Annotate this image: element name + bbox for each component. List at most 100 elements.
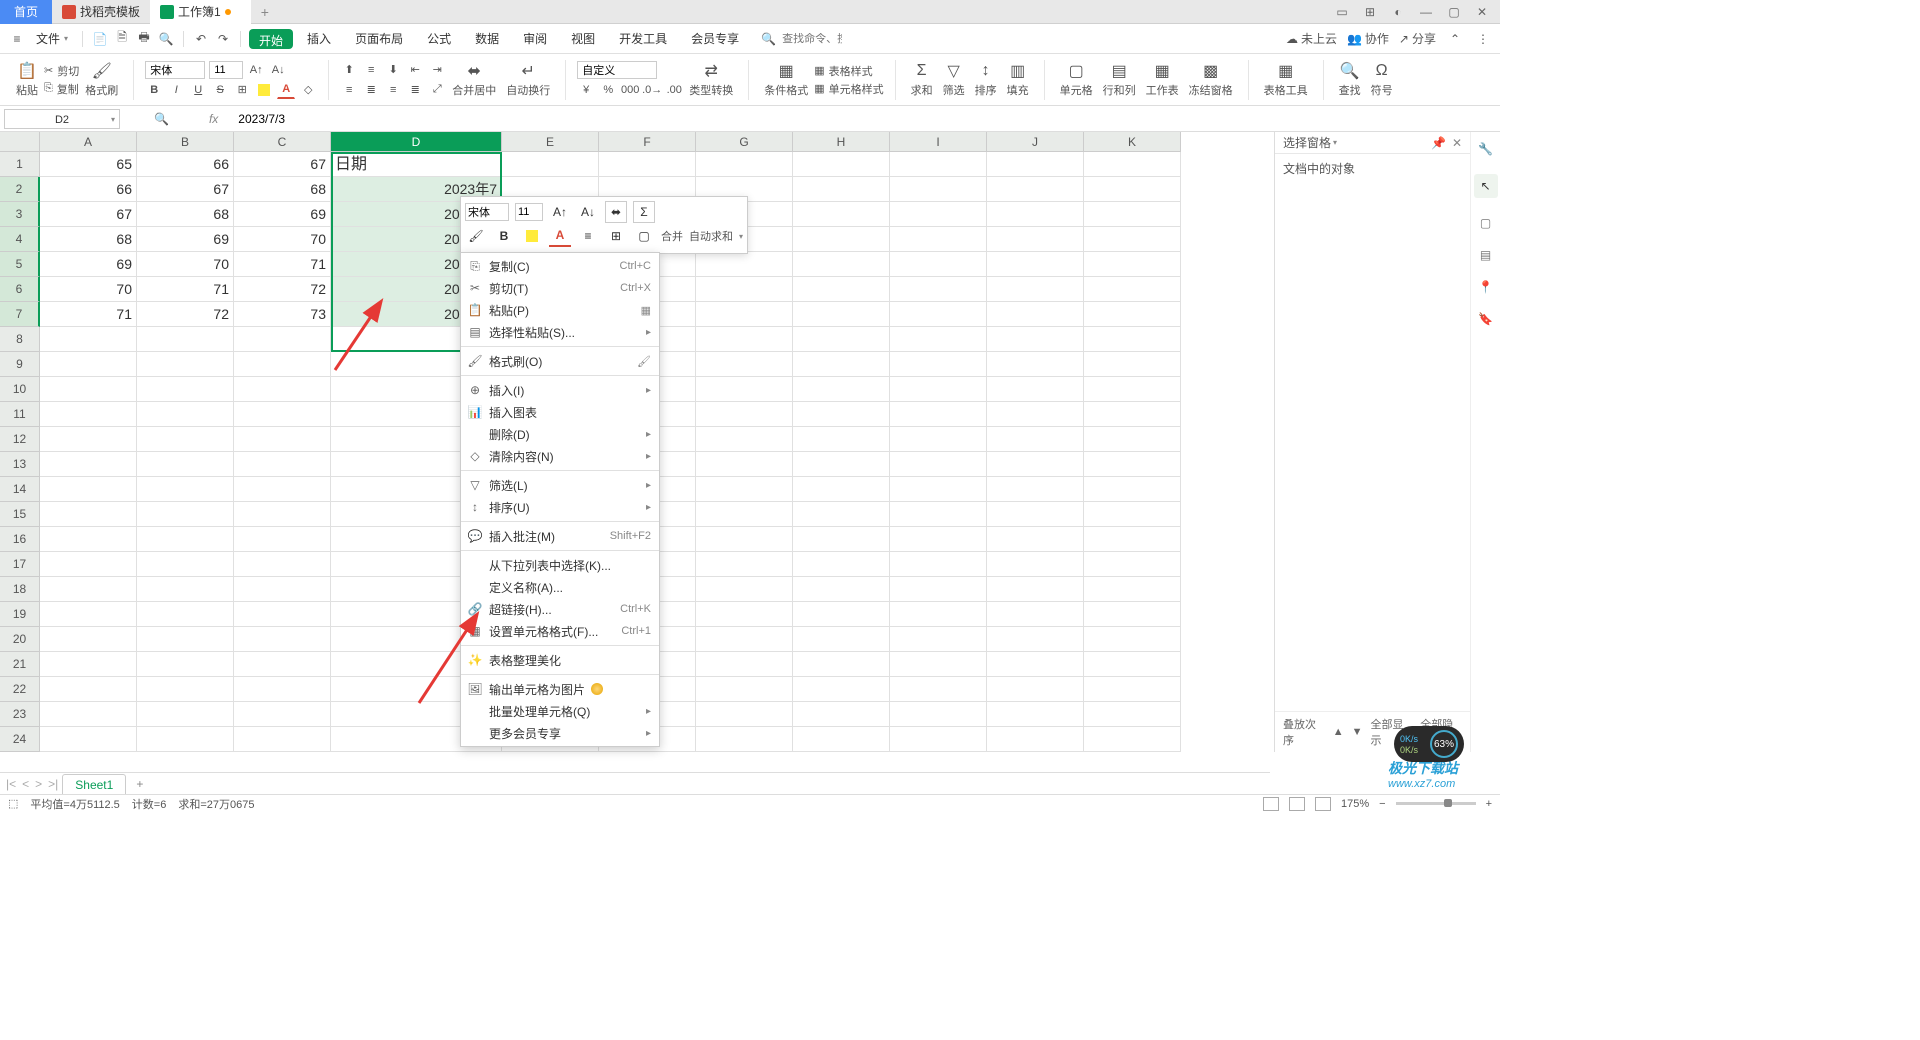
ctx-export-image[interactable]: 🖼输出单元格为图片 xyxy=(461,678,659,700)
row-header[interactable]: 9 xyxy=(0,352,40,377)
cell[interactable] xyxy=(40,602,137,627)
col-header[interactable]: K xyxy=(1084,132,1181,152)
bring-forward[interactable]: ▲ xyxy=(1333,726,1344,738)
align-mid-icon[interactable]: ≡ xyxy=(362,61,380,79)
cell[interactable] xyxy=(987,427,1084,452)
tab-formula[interactable]: 公式 xyxy=(417,24,461,54)
grid-icon[interactable]: ⊞ xyxy=(1360,2,1380,22)
cell[interactable]: 68 xyxy=(40,227,137,252)
ctx-cut[interactable]: ✂剪切(T)Ctrl+X xyxy=(461,277,659,299)
close-icon[interactable]: ✕ xyxy=(1472,2,1492,22)
zoom-level[interactable]: 175% xyxy=(1341,798,1369,810)
mini-bold-icon[interactable]: B xyxy=(493,225,515,247)
cell[interactable] xyxy=(696,702,793,727)
cell[interactable] xyxy=(40,727,137,752)
font-color-icon[interactable]: A xyxy=(277,81,295,99)
cell[interactable] xyxy=(137,627,234,652)
orient-icon[interactable]: ⤢ xyxy=(428,81,446,99)
cell[interactable] xyxy=(40,452,137,477)
cell[interactable]: 日期 xyxy=(331,152,502,177)
italic-icon[interactable]: I xyxy=(167,81,185,99)
row-header[interactable]: 1 xyxy=(0,152,40,177)
cell[interactable] xyxy=(234,327,331,352)
cell[interactable]: 67 xyxy=(40,202,137,227)
sort-button[interactable]: ↕排序 xyxy=(971,59,1001,100)
row-header[interactable]: 10 xyxy=(0,377,40,402)
cell[interactable] xyxy=(987,202,1084,227)
mini-shrink-font-icon[interactable]: A↓ xyxy=(577,201,599,223)
cell[interactable] xyxy=(987,377,1084,402)
row-header[interactable]: 8 xyxy=(0,327,40,352)
cell[interactable] xyxy=(1084,627,1181,652)
strike-icon[interactable]: S xyxy=(211,81,229,99)
table-tools[interactable]: ▦表格工具 xyxy=(1260,59,1312,100)
col-header[interactable]: H xyxy=(793,132,890,152)
mini-grow-font-icon[interactable]: A↑ xyxy=(549,201,571,223)
cell[interactable] xyxy=(137,327,234,352)
ctx-cell-format[interactable]: ▦设置单元格格式(F)...Ctrl+1 xyxy=(461,620,659,642)
cell[interactable] xyxy=(890,677,987,702)
cell[interactable]: 69 xyxy=(234,202,331,227)
row-header[interactable]: 21 xyxy=(0,652,40,677)
rowcol-button[interactable]: ▤行和列 xyxy=(1099,59,1140,100)
cell[interactable] xyxy=(1084,327,1181,352)
cell[interactable] xyxy=(987,727,1084,752)
cell[interactable] xyxy=(1084,277,1181,302)
cell[interactable] xyxy=(1084,677,1181,702)
sheet-last-icon[interactable]: >| xyxy=(48,777,58,791)
maximize-icon[interactable]: ▢ xyxy=(1444,2,1464,22)
cell[interactable] xyxy=(987,477,1084,502)
more-icon[interactable]: ⋮ xyxy=(1474,30,1492,48)
tab-add[interactable]: + xyxy=(251,4,279,20)
cell[interactable] xyxy=(1084,502,1181,527)
cell[interactable] xyxy=(793,227,890,252)
cell[interactable] xyxy=(137,377,234,402)
send-backward[interactable]: ▼ xyxy=(1352,726,1363,738)
mini-fmtpaint-icon[interactable]: 🖌 xyxy=(465,225,487,247)
cell[interactable] xyxy=(987,577,1084,602)
cell[interactable] xyxy=(987,177,1084,202)
cell[interactable] xyxy=(987,702,1084,727)
cell[interactable] xyxy=(890,627,987,652)
cell[interactable] xyxy=(696,352,793,377)
cell[interactable]: 65 xyxy=(40,152,137,177)
cell[interactable]: 70 xyxy=(234,227,331,252)
row-header[interactable]: 14 xyxy=(0,477,40,502)
cell[interactable] xyxy=(40,577,137,602)
cell[interactable] xyxy=(987,402,1084,427)
cell[interactable]: 71 xyxy=(40,302,137,327)
row-header[interactable]: 15 xyxy=(0,502,40,527)
cell[interactable] xyxy=(696,677,793,702)
border-icon[interactable]: ⊞ xyxy=(233,81,251,99)
cell[interactable] xyxy=(793,527,890,552)
cell[interactable] xyxy=(890,477,987,502)
cell[interactable] xyxy=(793,427,890,452)
find-button[interactable]: 🔍查找 xyxy=(1335,59,1365,100)
row-header[interactable]: 20 xyxy=(0,627,40,652)
tab-start[interactable]: 开始 xyxy=(249,29,293,49)
cell[interactable] xyxy=(696,652,793,677)
tab-data[interactable]: 数据 xyxy=(465,24,509,54)
sum-button[interactable]: Σ求和 xyxy=(907,59,937,100)
cell[interactable] xyxy=(793,452,890,477)
merge-button[interactable]: ⬌合并居中 xyxy=(448,59,500,100)
ctx-paste-special[interactable]: ▤选择性粘贴(S)...▸ xyxy=(461,321,659,343)
symbol-button[interactable]: Ω符号 xyxy=(1367,59,1397,100)
row-header[interactable]: 11 xyxy=(0,402,40,427)
wrap-button[interactable]: ↵自动换行 xyxy=(502,59,554,100)
tab-pagelayout[interactable]: 页面布局 xyxy=(345,24,413,54)
location-icon[interactable]: 📍 xyxy=(1478,280,1493,294)
cell[interactable] xyxy=(696,627,793,652)
undo-icon[interactable]: ↶ xyxy=(192,30,210,48)
view-break-icon[interactable] xyxy=(1315,797,1331,811)
bookmark-icon[interactable]: 🔖 xyxy=(1478,312,1493,326)
cell[interactable] xyxy=(793,302,890,327)
cell[interactable] xyxy=(890,152,987,177)
cell[interactable] xyxy=(890,202,987,227)
cell[interactable] xyxy=(137,427,234,452)
cell[interactable] xyxy=(987,527,1084,552)
cell[interactable] xyxy=(987,652,1084,677)
cell[interactable] xyxy=(1084,452,1181,477)
tab-home[interactable]: 首页 xyxy=(0,0,52,24)
file-menu[interactable]: 文件▾ xyxy=(30,30,74,47)
